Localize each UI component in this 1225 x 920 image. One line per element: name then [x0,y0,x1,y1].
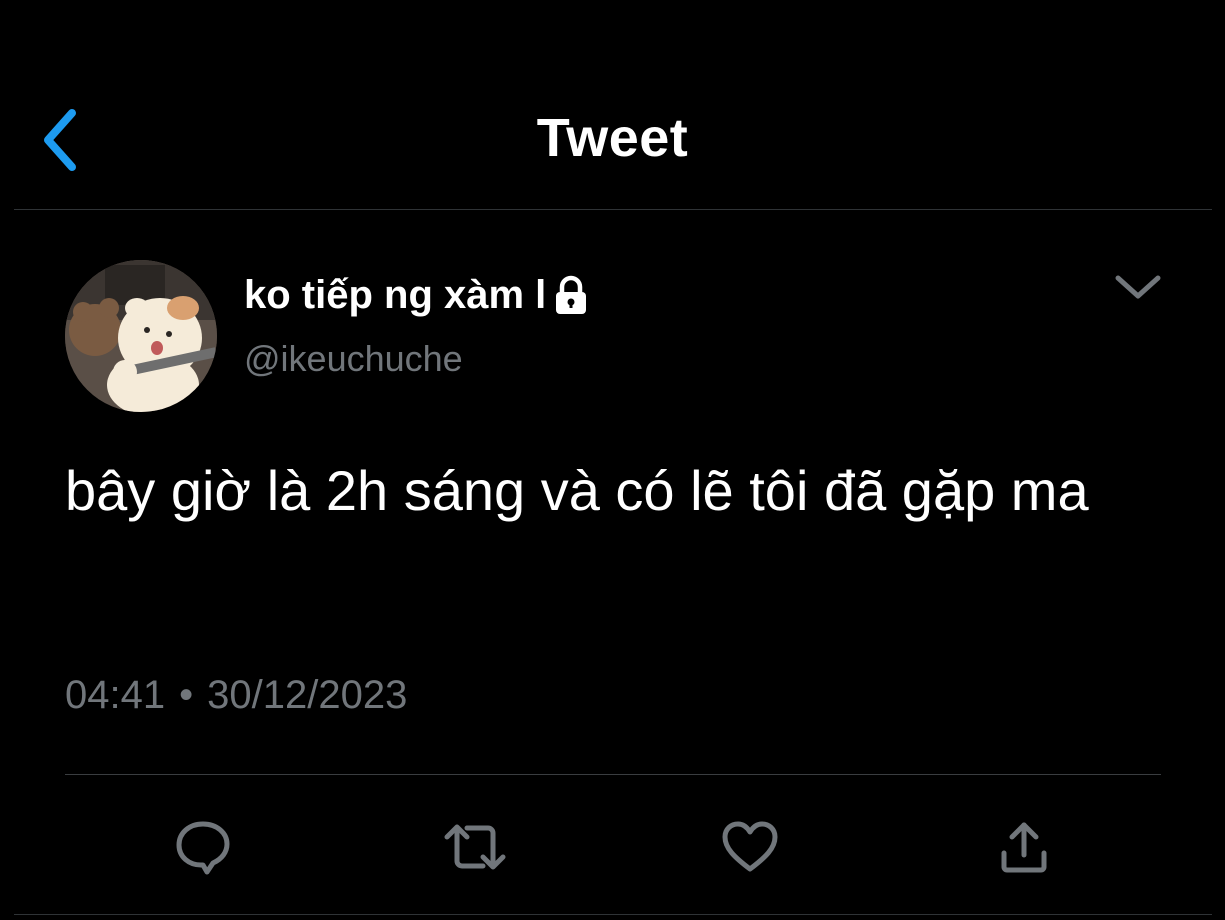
display-name[interactable]: ko tiếp ng xàm l [244,270,592,320]
reply-button[interactable] [171,815,235,879]
header: Tweet [0,0,1225,210]
retweet-icon [444,824,506,870]
chevron-down-icon [1115,275,1161,299]
heart-icon [722,821,778,872]
page-title: Tweet [536,108,689,168]
lock-icon [556,275,587,314]
tweet-timestamp[interactable]: 04:41 • 30/12/2023 [65,670,407,720]
avatar[interactable] [65,260,217,412]
user-handle[interactable]: @ikeuchuche [244,336,463,382]
share-icon [1001,822,1047,873]
bottom-divider [14,914,1212,915]
timestamp-separator: • [179,673,194,717]
actions-divider [65,774,1161,775]
speech-bubble-icon [176,821,230,875]
header-divider [14,209,1212,210]
display-name-text: ko tiếp ng xàm l [244,273,547,317]
tweet-text: bây giờ là 2h sáng và có lẽ tôi đã gặp m… [65,459,1089,522]
tweet-time: 04:41 [65,673,166,717]
retweet-button[interactable] [443,815,507,879]
more-options-button[interactable] [1108,262,1168,312]
share-button[interactable] [992,815,1056,879]
tweet-date: 30/12/2023 [207,673,408,717]
like-button[interactable] [718,815,782,879]
